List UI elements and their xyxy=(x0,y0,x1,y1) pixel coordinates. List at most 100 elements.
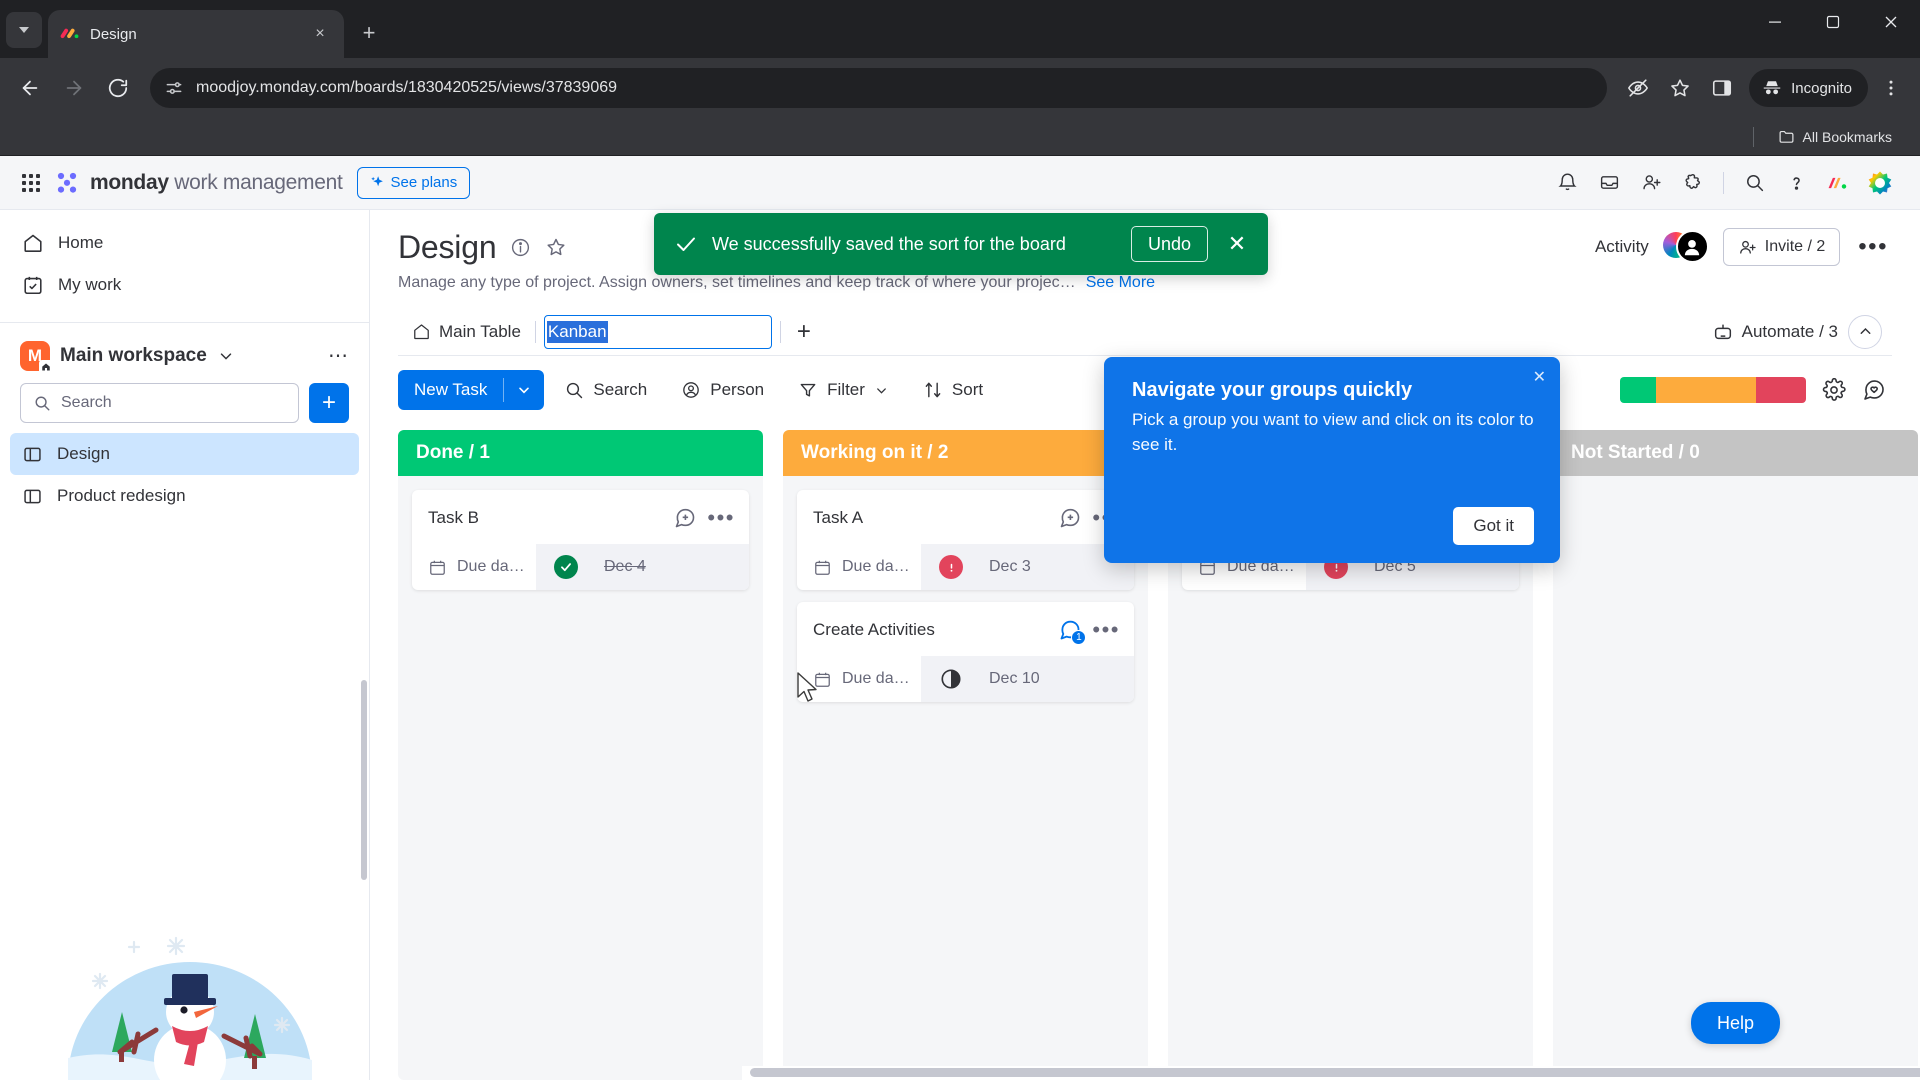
status-partial-icon xyxy=(939,667,963,691)
avatar[interactable] xyxy=(1662,230,1709,264)
board-more-button[interactable]: ••• xyxy=(1854,235,1892,259)
tab-search-button[interactable] xyxy=(6,12,42,48)
kanban-column-header[interactable]: Not Started / 0 xyxy=(1553,430,1918,476)
group-color-bar[interactable] xyxy=(1620,377,1806,403)
board-settings-gear-icon[interactable] xyxy=(1822,378,1846,402)
workspace-selector[interactable]: M Main workspace ⋯ xyxy=(0,323,369,383)
comment-icon[interactable]: 1 xyxy=(1058,618,1087,645)
monday-marks-icon xyxy=(1828,177,1847,189)
card-field-row: Due da… Dec 4 xyxy=(412,544,749,590)
kanban-column-body: Task A ••• Due da… xyxy=(783,476,1148,1080)
card-menu-button[interactable]: ••• xyxy=(1092,619,1120,641)
monday-logo[interactable]: monday work management xyxy=(54,170,343,196)
kanban-column-header[interactable]: Working on it / 2 xyxy=(783,430,1148,476)
minimize-button[interactable] xyxy=(1746,0,1804,44)
board-feedback-icon[interactable] xyxy=(1862,378,1886,402)
extensions-icon[interactable] xyxy=(1675,165,1711,201)
browser-tab[interactable]: Design × xyxy=(48,10,344,58)
card-field-label-text: Due da… xyxy=(457,558,525,575)
all-bookmarks-button[interactable]: All Bookmarks xyxy=(1770,124,1900,149)
see-plans-button[interactable]: See plans xyxy=(356,166,471,199)
forward-button[interactable] xyxy=(54,68,94,108)
activity-label[interactable]: Activity xyxy=(1595,237,1649,257)
kanban-column-title: Done / 1 xyxy=(416,442,490,463)
invite-member-icon[interactable] xyxy=(1633,165,1669,201)
profile-avatar-icon xyxy=(1675,230,1709,263)
add-view-button[interactable]: + xyxy=(781,318,827,346)
close-icon[interactable]: ✕ xyxy=(1533,367,1546,387)
chevron-down-icon[interactable] xyxy=(874,383,889,398)
workspace-more-button[interactable]: ⋯ xyxy=(328,346,349,366)
new-task-label: New Task xyxy=(414,380,488,399)
card-field-value[interactable]: Dec 3 xyxy=(921,544,1134,590)
got-it-button[interactable]: Got it xyxy=(1453,507,1534,545)
sidebar-scrollbar[interactable] xyxy=(361,680,367,880)
app-switcher-icon[interactable] xyxy=(22,173,40,192)
kanban-card[interactable]: Task A ••• Due da… xyxy=(797,490,1134,590)
filter-button[interactable]: Filter xyxy=(784,371,903,409)
card-field-label-text: Due da… xyxy=(842,558,910,575)
card-field-value[interactable]: Dec 4 xyxy=(536,544,749,590)
invite-button[interactable]: Invite / 2 xyxy=(1722,228,1841,266)
chrome-menu-icon[interactable] xyxy=(1872,69,1910,107)
color-segment-done[interactable] xyxy=(1620,377,1656,403)
sidebar-item-my-work[interactable]: My work xyxy=(10,264,359,306)
search-input[interactable]: Search xyxy=(20,383,299,423)
chevron-down-icon[interactable] xyxy=(504,382,544,398)
chevron-down-icon[interactable] xyxy=(217,347,235,365)
tab-rename-input[interactable]: Kanban xyxy=(543,314,772,349)
card-menu-button[interactable]: ••• xyxy=(707,507,735,529)
reload-button[interactable] xyxy=(98,68,138,108)
favorite-star-icon[interactable] xyxy=(545,236,567,258)
incognito-indicator[interactable]: Incognito xyxy=(1749,69,1868,107)
add-comment-icon[interactable] xyxy=(673,506,697,530)
close-icon[interactable]: ✕ xyxy=(1222,231,1252,257)
sidebar-board-product-redesign[interactable]: Product redesign xyxy=(10,475,359,517)
collapse-header-button[interactable] xyxy=(1848,314,1882,349)
sidebar-item-home[interactable]: Home xyxy=(10,222,359,264)
tab-rename-value: Kanban xyxy=(546,320,608,343)
kanban-column-header[interactable]: Done / 1 xyxy=(398,430,763,476)
board-description: Manage any type of project. Assign owner… xyxy=(398,274,1076,291)
help-button[interactable]: Help xyxy=(1690,1002,1780,1044)
bookmark-star-icon[interactable] xyxy=(1661,69,1699,107)
horizontal-scrollbar[interactable] xyxy=(742,1066,1920,1080)
profile-icon[interactable] xyxy=(1862,165,1898,201)
help-icon[interactable] xyxy=(1778,165,1814,201)
search-icon[interactable] xyxy=(1736,165,1772,201)
close-icon[interactable]: × xyxy=(308,22,332,46)
monday-favicon-icon xyxy=(60,28,79,39)
app-header-actions xyxy=(1549,165,1898,201)
tab-main-table[interactable]: Main Table xyxy=(398,311,535,353)
board-info-icon[interactable] xyxy=(510,237,531,258)
kanban-card[interactable]: Task B ••• Due da… Dec 4 xyxy=(412,490,749,590)
add-comment-icon[interactable] xyxy=(1058,506,1082,530)
sort-label: Sort xyxy=(951,380,984,399)
new-task-button[interactable]: New Task xyxy=(398,370,545,410)
search-button[interactable]: Search xyxy=(550,371,661,409)
automate-button[interactable]: Automate / 3 xyxy=(1712,321,1838,343)
sort-button[interactable]: Sort xyxy=(909,371,997,409)
kanban-card[interactable]: Create Activities 1 ••• Due da… Dec 10 xyxy=(797,602,1134,702)
new-tab-button[interactable]: + xyxy=(352,16,386,50)
color-segment-working[interactable] xyxy=(1656,377,1756,403)
side-panel-icon[interactable] xyxy=(1703,69,1741,107)
see-more-link[interactable]: See More xyxy=(1086,274,1155,292)
address-bar[interactable]: moodjoy.monday.com/boards/1830420525/vie… xyxy=(150,68,1608,108)
tracking-protection-icon[interactable] xyxy=(1619,69,1657,107)
person-button[interactable]: Person xyxy=(667,371,778,409)
notifications-icon[interactable] xyxy=(1549,165,1585,201)
tooltip-body: Pick a group you want to view and click … xyxy=(1132,410,1534,454)
site-settings-icon[interactable] xyxy=(164,78,184,98)
add-board-button[interactable]: + xyxy=(309,383,349,423)
undo-button[interactable]: Undo xyxy=(1130,226,1208,262)
sidebar-board-design[interactable]: Design xyxy=(10,433,359,475)
card-field-value[interactable]: Dec 10 xyxy=(921,656,1134,702)
maximize-button[interactable] xyxy=(1804,0,1862,44)
close-window-button[interactable] xyxy=(1862,0,1920,44)
color-segment-stuck[interactable] xyxy=(1756,377,1806,403)
monday-apps-icon[interactable] xyxy=(1820,165,1856,201)
board-toolbar-right xyxy=(1620,377,1892,403)
inbox-icon[interactable] xyxy=(1591,165,1627,201)
back-button[interactable] xyxy=(10,68,50,108)
